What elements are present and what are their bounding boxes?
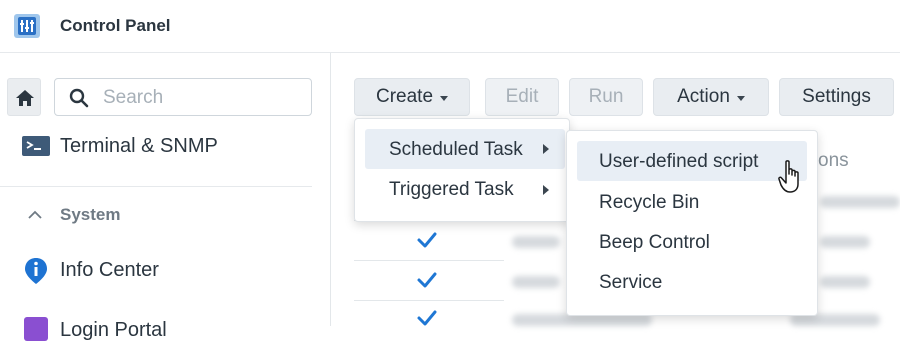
- menu-item-user-defined-script[interactable]: User-defined script: [577, 141, 807, 181]
- blurred-cell: [512, 236, 560, 248]
- section-label: System: [60, 205, 121, 224]
- table-row-divider: [354, 260, 504, 261]
- checkbox-checked[interactable]: [416, 269, 438, 291]
- column-header-partial: ons: [818, 150, 849, 171]
- search-icon: [69, 88, 89, 108]
- create-menu: Scheduled Task Triggered Task: [354, 118, 570, 222]
- edit-label: Edit: [505, 86, 539, 107]
- blurred-cell: [820, 236, 870, 248]
- create-button[interactable]: Create: [354, 78, 470, 116]
- table-row-divider: [354, 300, 504, 301]
- settings-label: Settings: [802, 86, 871, 107]
- sidebar-item-label: Info Center: [60, 259, 159, 281]
- sidebar-item-login-portal[interactable]: Login Portal: [0, 311, 330, 351]
- sidebar-item-info-center[interactable]: Info Center: [0, 251, 330, 291]
- home-icon: [16, 90, 34, 106]
- chevron-up-icon: [28, 210, 42, 219]
- sidebar-item-terminal-snmp[interactable]: Terminal & SNMP: [0, 127, 330, 167]
- title-bar: Control Panel: [0, 0, 900, 53]
- menu-item-label: User-defined script: [599, 151, 759, 172]
- menu-item-recycle-bin[interactable]: Recycle Bin: [577, 183, 807, 221]
- sidebar-item-label: Terminal & SNMP: [60, 135, 218, 157]
- chevron-right-icon: [543, 185, 549, 195]
- home-button[interactable]: [7, 78, 41, 116]
- menu-item-label: Triggered Task: [389, 179, 514, 200]
- blurred-cell: [512, 276, 560, 288]
- menu-item-scheduled-task[interactable]: Scheduled Task: [365, 129, 565, 169]
- chevron-down-icon: [736, 95, 745, 101]
- menu-item-label: Scheduled Task: [389, 139, 523, 160]
- menu-item-label: Beep Control: [599, 232, 710, 253]
- divider: [0, 186, 312, 187]
- info-icon: [25, 258, 47, 284]
- create-label: Create: [375, 86, 434, 107]
- sidebar-item-label: Login Portal: [60, 319, 167, 341]
- chevron-down-icon: [440, 95, 449, 101]
- scheduled-task-submenu: User-defined script Recycle Bin Beep Con…: [566, 130, 818, 316]
- hand-cursor-icon: [778, 160, 799, 193]
- blurred-cell: [820, 276, 870, 288]
- menu-item-service[interactable]: Service: [577, 263, 807, 301]
- menu-item-triggered-task[interactable]: Triggered Task: [365, 171, 565, 209]
- login-portal-icon: [24, 317, 48, 341]
- action-label: Action: [677, 86, 730, 107]
- search-input[interactable]: [101, 87, 305, 109]
- menu-item-label: Service: [599, 272, 663, 293]
- run-button[interactable]: Run: [569, 78, 643, 116]
- checkbox-checked[interactable]: [416, 229, 438, 251]
- menu-item-label: Recycle Bin: [599, 192, 700, 213]
- settings-button[interactable]: Settings: [779, 78, 894, 116]
- window-title: Control Panel: [60, 16, 171, 35]
- menu-item-beep-control[interactable]: Beep Control: [577, 223, 807, 261]
- terminal-icon: [22, 136, 50, 156]
- search-box[interactable]: [54, 78, 312, 116]
- control-panel-icon: [14, 14, 40, 38]
- chevron-right-icon: [543, 144, 549, 154]
- action-button[interactable]: Action: [653, 78, 769, 116]
- run-label: Run: [588, 86, 624, 107]
- blurred-cell: [820, 196, 900, 208]
- sidebar: Terminal & SNMP System Info Center Login…: [0, 53, 331, 341]
- edit-button[interactable]: Edit: [485, 78, 559, 116]
